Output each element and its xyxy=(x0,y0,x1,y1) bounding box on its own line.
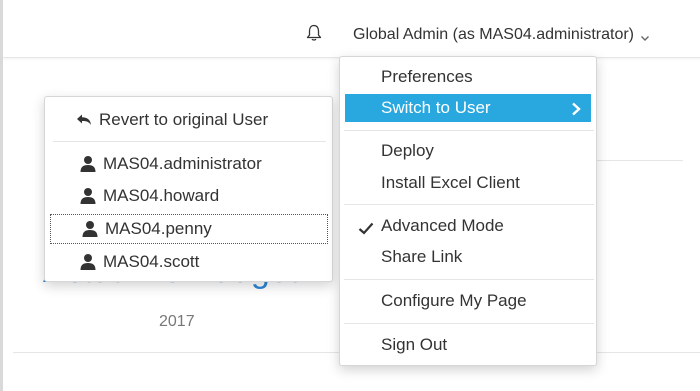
check-icon xyxy=(358,220,374,235)
menu-item-advanced-mode[interactable]: Advanced Mode xyxy=(344,212,594,240)
page-year: 2017 xyxy=(159,313,195,330)
menu-item-configure-page[interactable]: Configure My Page xyxy=(344,287,594,315)
divider xyxy=(344,204,594,205)
user-item[interactable]: MAS04.administrator xyxy=(49,149,328,179)
divider xyxy=(344,130,594,131)
divider xyxy=(344,323,594,324)
menu-item-install-excel[interactable]: Install Excel Client xyxy=(344,169,594,197)
menu-item-label: Configure My Page xyxy=(381,291,527,310)
app-window: Global Admin (as MAS04.administrator) Ac… xyxy=(0,0,700,391)
menu-item-label: Sign Out xyxy=(381,335,448,354)
user-icon xyxy=(79,155,97,173)
account-dropdown-menu: Preferences Switch to User Deploy Instal… xyxy=(339,56,597,366)
menu-item-label: Share Link xyxy=(381,247,463,266)
user-item-focused[interactable]: MAS04.penny xyxy=(50,214,328,244)
menu-item-preferences[interactable]: Preferences xyxy=(344,63,594,91)
user-icon xyxy=(81,220,99,238)
user-item-label: MAS04.penny xyxy=(105,219,212,238)
user-item[interactable]: MAS04.scott xyxy=(49,247,328,277)
divider xyxy=(53,141,326,142)
menu-item-share-link[interactable]: Share Link xyxy=(344,243,594,271)
menu-item-label: Switch to User xyxy=(381,98,491,117)
menu-item-label: Advanced Mode xyxy=(381,216,504,235)
chevron-down-icon xyxy=(640,30,650,41)
chevron-right-icon xyxy=(571,101,581,116)
divider xyxy=(344,279,594,280)
user-menu-toggle[interactable]: Global Admin (as MAS04.administrator) xyxy=(353,24,650,46)
user-item-label: MAS04.administrator xyxy=(103,154,262,173)
user-item-label: MAS04.scott xyxy=(103,252,200,271)
bell-icon[interactable] xyxy=(306,24,322,42)
revert-user-label: Revert to original User xyxy=(99,110,269,129)
user-item[interactable]: MAS04.howard xyxy=(49,181,328,211)
menu-item-sign-out[interactable]: Sign Out xyxy=(344,331,594,359)
revert-user-item[interactable]: Revert to original User xyxy=(49,105,328,135)
menu-item-label: Preferences xyxy=(381,67,473,86)
switch-user-submenu: Revert to original User MAS04.administra… xyxy=(44,96,333,282)
user-icon xyxy=(79,253,97,271)
menu-item-label: Install Excel Client xyxy=(381,173,520,192)
top-bar: Global Admin (as MAS04.administrator) xyxy=(3,0,700,58)
menu-item-deploy[interactable]: Deploy xyxy=(344,137,594,165)
menu-item-switch-user[interactable]: Switch to User xyxy=(345,94,591,122)
user-menu-label: Global Admin (as MAS04.administrator) xyxy=(353,26,634,43)
undo-arrow-icon xyxy=(75,111,93,129)
menu-item-label: Deploy xyxy=(381,141,434,160)
user-item-label: MAS04.howard xyxy=(103,186,220,205)
user-icon xyxy=(79,187,97,205)
